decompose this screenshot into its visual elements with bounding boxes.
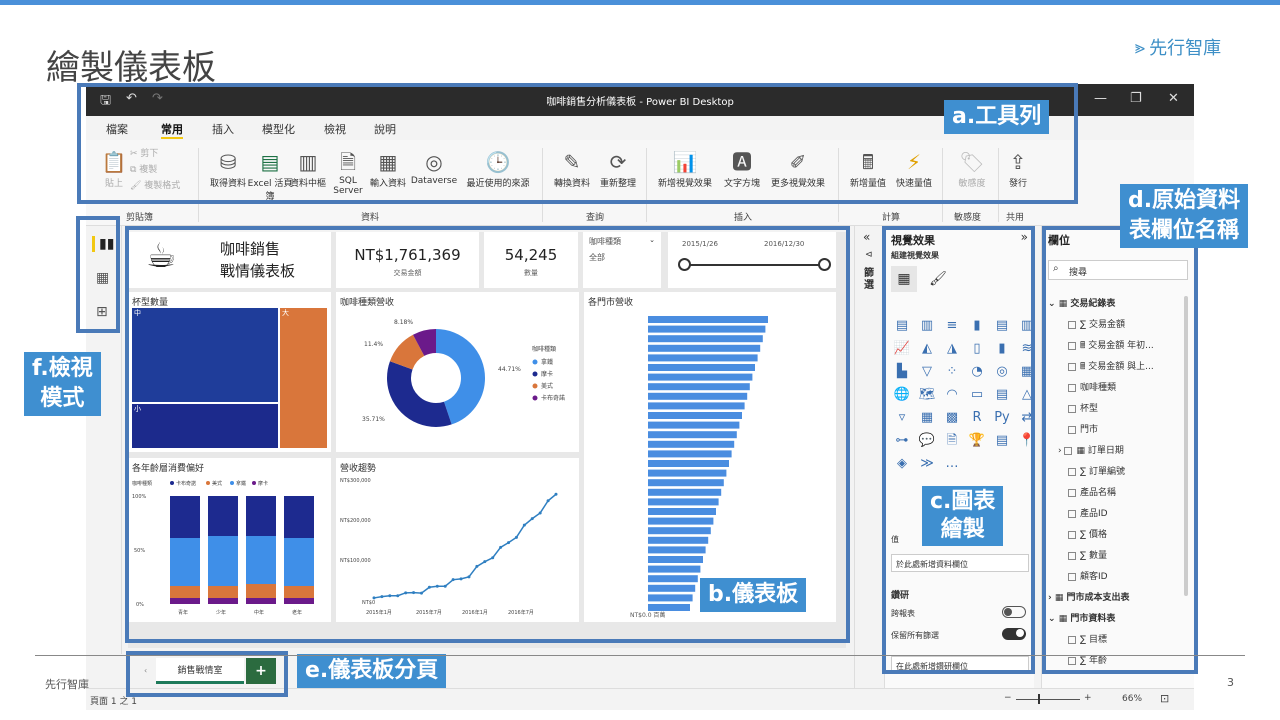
- group-sensitivity: 敏感度: [954, 213, 982, 223]
- page-tab-highlight: [126, 651, 288, 697]
- annotation-b: b.儀表板: [700, 578, 807, 612]
- filter-pane-collapsed[interactable]: « ⊲ 篩選: [854, 226, 884, 710]
- group-share: 共用: [1006, 213, 1025, 223]
- filter-icon: ⊲: [865, 250, 873, 260]
- annotation-f: f.檢視 模式: [24, 352, 101, 416]
- group-calculations: 計算: [882, 213, 901, 223]
- annotation-d: d.原始資料 表欄位名稱: [1120, 184, 1249, 248]
- filter-label: 篩選: [864, 268, 874, 291]
- brand-logo: ⪢ 先行智庫: [1135, 34, 1221, 60]
- zoom-slider-handle[interactable]: [1038, 694, 1040, 704]
- minimize-icon[interactable]: —: [1094, 91, 1107, 106]
- top-accent-bar: [0, 0, 1280, 5]
- logo-mark-icon: ⪢: [1135, 36, 1146, 58]
- zoom-out-icon[interactable]: −: [1004, 693, 1012, 703]
- group-queries: 查詢: [586, 213, 605, 223]
- maximize-icon[interactable]: ❐: [1130, 91, 1142, 106]
- chevron-left-icon[interactable]: «: [863, 230, 870, 244]
- footer-text: 先行智庫: [45, 678, 89, 691]
- fields-highlight: [1042, 226, 1198, 674]
- group-clipboard: 剪貼簿: [126, 213, 154, 223]
- group-insert: 插入: [734, 213, 753, 223]
- visual-pane-highlight: [882, 226, 1035, 674]
- group-data: 資料: [361, 213, 380, 223]
- zoom-in-icon[interactable]: +: [1084, 693, 1092, 703]
- footer-divider: [35, 655, 1245, 656]
- close-icon[interactable]: ✕: [1168, 91, 1179, 106]
- view-mode-highlight: [76, 216, 120, 333]
- fit-page-icon[interactable]: ⊡: [1160, 692, 1169, 705]
- annotation-c: c.圖表 繪製: [922, 486, 1004, 546]
- slide-number: 3: [1227, 676, 1234, 689]
- annotation-a: a.工具列: [944, 100, 1050, 134]
- zoom-slider[interactable]: [1016, 699, 1080, 700]
- zoom-level: 66%: [1122, 694, 1143, 704]
- annotation-e: e.儀表板分頁: [297, 654, 447, 688]
- toolbar-highlight: [77, 83, 1078, 204]
- slide-title: 繪製儀表板: [46, 48, 216, 88]
- logo-text: 先行智庫: [1149, 38, 1222, 59]
